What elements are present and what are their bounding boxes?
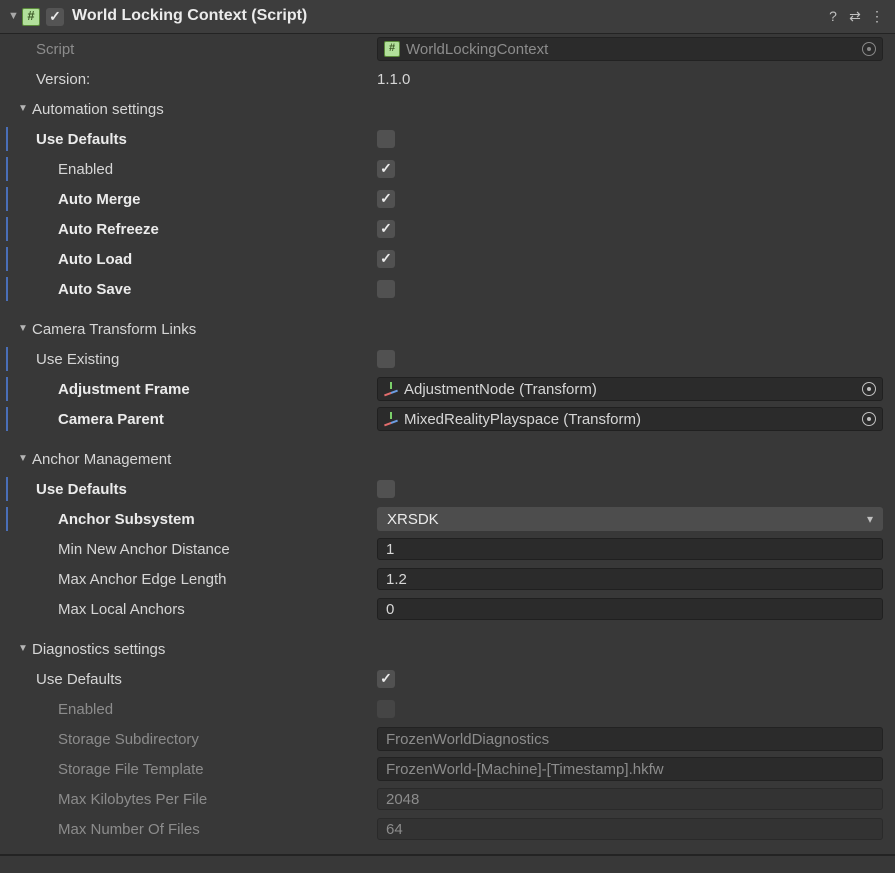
object-picker-icon[interactable] [862, 382, 876, 396]
script-icon: # [22, 8, 40, 26]
script-reference-field[interactable]: # WorldLockingContext [377, 37, 883, 61]
camera-title: Camera Transform Links [32, 319, 196, 340]
auto-save-row: Auto Save [0, 274, 895, 304]
use-defaults-checkbox[interactable] [377, 130, 395, 148]
component-enable-checkbox[interactable] [46, 8, 64, 26]
version-label: Version: [18, 69, 377, 90]
enabled-checkbox [377, 700, 395, 718]
transform-icon [384, 412, 398, 426]
auto-refreeze-label: Auto Refreeze [18, 219, 377, 240]
storage-template-row: Storage File Template FrozenWorld-[Machi… [0, 754, 895, 784]
use-defaults-checkbox[interactable] [377, 670, 395, 688]
divider [0, 854, 895, 856]
automation-header[interactable]: ▼ Automation settings [0, 94, 895, 124]
diag-enabled-row: Enabled [0, 694, 895, 724]
enabled-row: Enabled [0, 154, 895, 184]
max-files-row: Max Number Of Files 64 [0, 814, 895, 844]
storage-subdir-label: Storage Subdirectory [18, 729, 377, 750]
diag-use-defaults-row: Use Defaults [0, 664, 895, 694]
csharp-icon: # [384, 41, 400, 57]
storage-template-field: FrozenWorld-[Machine]-[Timestamp].hkfw [377, 757, 883, 781]
camera-parent-label: Camera Parent [18, 409, 377, 430]
adjustment-frame-row: Adjustment Frame AdjustmentNode (Transfo… [0, 374, 895, 404]
camera-parent-field[interactable]: MixedRealityPlayspace (Transform) [377, 407, 883, 431]
diagnostics-header[interactable]: ▼ Diagnostics settings [0, 634, 895, 664]
anchor-use-defaults-row: Use Defaults [0, 474, 895, 504]
menu-icon[interactable]: ⋮ [867, 7, 887, 27]
anchor-subsystem-label: Anchor Subsystem [18, 509, 377, 530]
enabled-label: Enabled [18, 159, 377, 180]
storage-subdir-row: Storage Subdirectory FrozenWorldDiagnost… [0, 724, 895, 754]
camera-parent-value: MixedRealityPlayspace (Transform) [404, 409, 641, 430]
storage-subdir-field: FrozenWorldDiagnostics [377, 727, 883, 751]
foldout-icon[interactable]: ▼ [18, 102, 32, 116]
foldout-icon[interactable]: ▼ [18, 322, 32, 336]
foldout-icon[interactable]: ▼ [8, 9, 22, 24]
anchor-subsystem-dropdown[interactable]: XRSDK [377, 507, 883, 531]
adjustment-frame-label: Adjustment Frame [18, 379, 377, 400]
auto-refreeze-row: Auto Refreeze [0, 214, 895, 244]
diagnostics-title: Diagnostics settings [32, 639, 165, 660]
max-kb-label: Max Kilobytes Per File [18, 789, 377, 810]
use-defaults-label: Use Defaults [18, 129, 377, 150]
version-value: 1.1.0 [377, 69, 883, 90]
anchor-title: Anchor Management [32, 449, 171, 470]
max-anchor-edge-field[interactable]: 1.2 [377, 568, 883, 590]
auto-merge-row: Auto Merge [0, 184, 895, 214]
max-local-anchors-field[interactable]: 0 [377, 598, 883, 620]
transform-icon [384, 382, 398, 396]
max-files-field: 64 [377, 818, 883, 840]
inspector-panel: ▼ # World Locking Context (Script) ? ⇄ ⋮… [0, 0, 895, 873]
min-anchor-distance-field[interactable]: 1 [377, 538, 883, 560]
auto-merge-checkbox[interactable] [377, 190, 395, 208]
max-local-anchors-label: Max Local Anchors [18, 599, 377, 620]
script-row: Script # WorldLockingContext [0, 34, 895, 64]
anchor-subsystem-value: XRSDK [387, 509, 439, 530]
component-title: World Locking Context (Script) [72, 5, 821, 27]
auto-load-label: Auto Load [18, 249, 377, 270]
object-picker-icon[interactable] [862, 412, 876, 426]
help-icon[interactable]: ? [823, 7, 843, 27]
use-existing-checkbox[interactable] [377, 350, 395, 368]
auto-save-checkbox[interactable] [377, 280, 395, 298]
max-anchor-edge-label: Max Anchor Edge Length [18, 569, 377, 590]
use-existing-row: Use Existing [0, 344, 895, 374]
camera-header[interactable]: ▼ Camera Transform Links [0, 314, 895, 344]
auto-save-label: Auto Save [18, 279, 377, 300]
use-defaults-label: Use Defaults [18, 669, 377, 690]
adjustment-frame-value: AdjustmentNode (Transform) [404, 379, 597, 400]
script-label: Script [18, 39, 377, 60]
enabled-label: Enabled [18, 699, 377, 720]
automation-title: Automation settings [32, 99, 164, 120]
use-defaults-checkbox[interactable] [377, 480, 395, 498]
automation-use-defaults-row: Use Defaults [0, 124, 895, 154]
min-anchor-distance-row: Min New Anchor Distance 1 [0, 534, 895, 564]
use-defaults-label: Use Defaults [18, 479, 377, 500]
use-existing-label: Use Existing [18, 349, 377, 370]
enabled-checkbox[interactable] [377, 160, 395, 178]
auto-merge-label: Auto Merge [18, 189, 377, 210]
max-kb-row: Max Kilobytes Per File 2048 [0, 784, 895, 814]
auto-load-checkbox[interactable] [377, 250, 395, 268]
version-row: Version: 1.1.0 [0, 64, 895, 94]
max-kb-field: 2048 [377, 788, 883, 810]
storage-template-label: Storage File Template [18, 759, 377, 780]
max-anchor-edge-row: Max Anchor Edge Length 1.2 [0, 564, 895, 594]
object-picker-icon[interactable] [862, 42, 876, 56]
auto-refreeze-checkbox[interactable] [377, 220, 395, 238]
camera-parent-row: Camera Parent MixedRealityPlayspace (Tra… [0, 404, 895, 434]
auto-load-row: Auto Load [0, 244, 895, 274]
min-anchor-distance-label: Min New Anchor Distance [18, 539, 377, 560]
component-header[interactable]: ▼ # World Locking Context (Script) ? ⇄ ⋮ [0, 0, 895, 34]
foldout-icon[interactable]: ▼ [18, 642, 32, 656]
foldout-icon[interactable]: ▼ [18, 452, 32, 466]
anchor-header[interactable]: ▼ Anchor Management [0, 444, 895, 474]
preset-icon[interactable]: ⇄ [845, 7, 865, 27]
max-local-anchors-row: Max Local Anchors 0 [0, 594, 895, 624]
adjustment-frame-field[interactable]: AdjustmentNode (Transform) [377, 377, 883, 401]
max-files-label: Max Number Of Files [18, 819, 377, 840]
script-name: WorldLockingContext [406, 39, 548, 60]
anchor-subsystem-row: Anchor Subsystem XRSDK [0, 504, 895, 534]
